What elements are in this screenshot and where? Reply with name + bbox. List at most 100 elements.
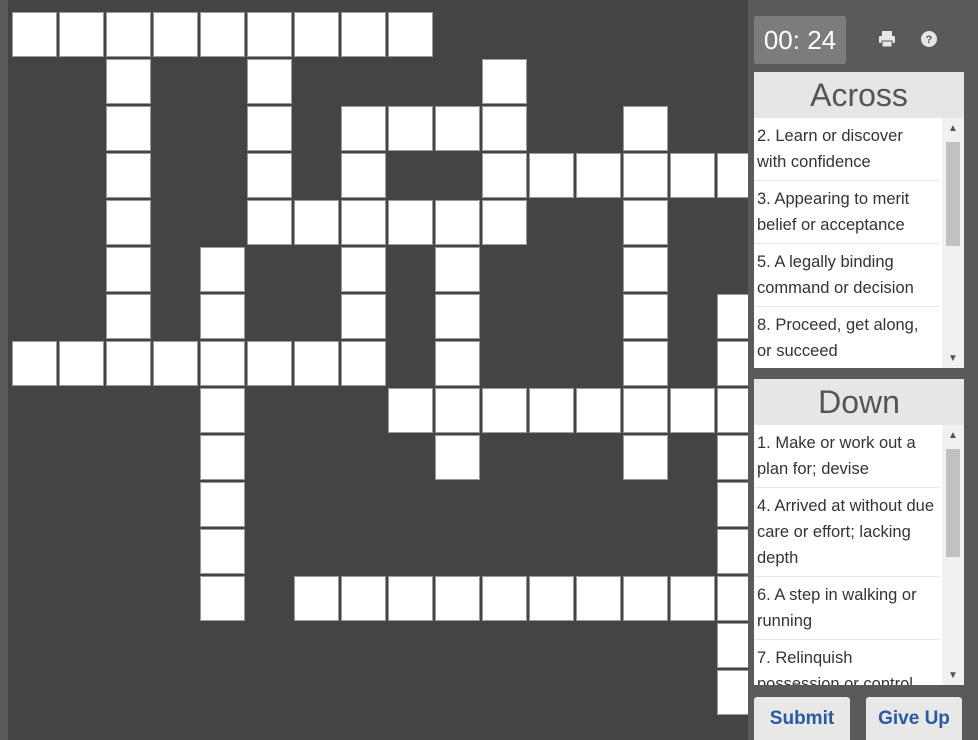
grid-cell[interactable] bbox=[106, 12, 151, 57]
grid-cell[interactable] bbox=[388, 106, 433, 151]
grid-cell[interactable] bbox=[106, 294, 151, 339]
grid-cell[interactable] bbox=[576, 388, 621, 433]
grid-cell[interactable] bbox=[106, 59, 151, 104]
grid-cell[interactable] bbox=[341, 247, 386, 292]
grid-cell[interactable] bbox=[435, 435, 480, 480]
down-clue[interactable]: 1. Make or work out a plan for; devise bbox=[754, 425, 940, 488]
down-clue[interactable]: 6. A step in walking or running bbox=[754, 577, 940, 640]
across-clue-scroll[interactable]: 2. Learn or discover with confidence 3. … bbox=[754, 118, 964, 368]
grid-cell[interactable] bbox=[294, 341, 339, 386]
grid-cell[interactable] bbox=[200, 529, 245, 574]
grid-cell[interactable] bbox=[435, 341, 480, 386]
grid-cell[interactable] bbox=[482, 388, 527, 433]
grid-cell[interactable] bbox=[200, 576, 245, 621]
grid-cell[interactable] bbox=[106, 341, 151, 386]
grid-cell[interactable] bbox=[482, 106, 527, 151]
grid-cell[interactable] bbox=[388, 200, 433, 245]
grid-cell[interactable] bbox=[106, 106, 151, 151]
help-icon[interactable]: ? bbox=[918, 28, 940, 50]
grid-cell[interactable] bbox=[482, 153, 527, 198]
grid-cell[interactable] bbox=[341, 12, 386, 57]
across-clue[interactable]: 8. Proceed, get along, or succeed bbox=[754, 307, 940, 368]
grid-cell[interactable] bbox=[670, 153, 715, 198]
grid-cell[interactable] bbox=[106, 247, 151, 292]
grid-cell[interactable] bbox=[482, 576, 527, 621]
grid-cell[interactable] bbox=[435, 247, 480, 292]
across-clue[interactable]: 3. Appearing to merit belief or acceptan… bbox=[754, 181, 940, 244]
grid-cell[interactable] bbox=[341, 153, 386, 198]
grid-cell[interactable] bbox=[670, 388, 715, 433]
grid-cell[interactable] bbox=[435, 200, 480, 245]
give-up-button[interactable]: Give Up bbox=[866, 697, 962, 740]
grid-cell[interactable] bbox=[482, 200, 527, 245]
grid-cell[interactable] bbox=[106, 153, 151, 198]
grid-cell[interactable] bbox=[576, 576, 621, 621]
grid-cell[interactable] bbox=[717, 153, 748, 198]
grid-cell[interactable] bbox=[106, 200, 151, 245]
grid-cell[interactable] bbox=[435, 294, 480, 339]
grid-cell[interactable] bbox=[153, 12, 198, 57]
across-clue[interactable]: 5. A legally binding command or decision bbox=[754, 244, 940, 307]
grid-cell[interactable] bbox=[717, 623, 748, 668]
grid-cell[interactable] bbox=[12, 341, 57, 386]
grid-cell[interactable] bbox=[482, 59, 527, 104]
grid-cell[interactable] bbox=[200, 294, 245, 339]
submit-button[interactable]: Submit bbox=[754, 697, 850, 740]
grid-cell[interactable] bbox=[12, 12, 57, 57]
grid-cell[interactable] bbox=[388, 576, 433, 621]
grid-cell[interactable] bbox=[623, 153, 668, 198]
grid-cell[interactable] bbox=[717, 482, 748, 527]
grid-cell[interactable] bbox=[576, 153, 621, 198]
grid-cell[interactable] bbox=[200, 435, 245, 480]
grid-cell[interactable] bbox=[717, 388, 748, 433]
grid-cell[interactable] bbox=[247, 12, 292, 57]
grid-cell[interactable] bbox=[247, 106, 292, 151]
across-scrollbar[interactable]: ▲ ▼ bbox=[942, 118, 964, 368]
grid-cell[interactable] bbox=[529, 153, 574, 198]
grid-cell[interactable] bbox=[623, 106, 668, 151]
scroll-thumb[interactable] bbox=[946, 142, 960, 246]
grid-cell[interactable] bbox=[200, 341, 245, 386]
grid-cell[interactable] bbox=[341, 200, 386, 245]
grid-cell[interactable] bbox=[200, 247, 245, 292]
grid-cell[interactable] bbox=[623, 247, 668, 292]
grid-cell[interactable] bbox=[247, 153, 292, 198]
grid-cell[interactable] bbox=[59, 341, 104, 386]
print-icon[interactable] bbox=[876, 28, 898, 50]
grid-cell[interactable] bbox=[200, 12, 245, 57]
grid-cell[interactable] bbox=[435, 106, 480, 151]
down-clue[interactable]: 4. Arrived at without due care or effort… bbox=[754, 488, 940, 577]
grid-cell[interactable] bbox=[294, 576, 339, 621]
scroll-up-icon[interactable]: ▲ bbox=[942, 122, 964, 136]
grid-cell[interactable] bbox=[59, 12, 104, 57]
grid-cell[interactable] bbox=[623, 341, 668, 386]
grid-cell[interactable] bbox=[341, 294, 386, 339]
across-clue[interactable]: 2. Learn or discover with confidence bbox=[754, 118, 940, 181]
grid-cell[interactable] bbox=[294, 12, 339, 57]
grid-cell[interactable] bbox=[623, 388, 668, 433]
grid-cell[interactable] bbox=[388, 12, 433, 57]
grid-cell[interactable] bbox=[529, 576, 574, 621]
scroll-down-icon[interactable]: ▼ bbox=[942, 669, 964, 683]
grid-cell[interactable] bbox=[623, 576, 668, 621]
grid-cell[interactable] bbox=[717, 294, 748, 339]
grid-cell[interactable] bbox=[435, 576, 480, 621]
down-scrollbar[interactable]: ▲ ▼ bbox=[942, 425, 964, 685]
grid-cell[interactable] bbox=[717, 435, 748, 480]
grid-cell[interactable] bbox=[247, 341, 292, 386]
grid-cell[interactable] bbox=[717, 529, 748, 574]
grid-cell[interactable] bbox=[623, 200, 668, 245]
grid-cell[interactable] bbox=[529, 388, 574, 433]
grid-cell[interactable] bbox=[153, 341, 198, 386]
grid-cell[interactable] bbox=[200, 482, 245, 527]
grid-cell[interactable] bbox=[623, 294, 668, 339]
scroll-thumb[interactable] bbox=[946, 449, 960, 557]
down-clue[interactable]: 7. Relinquish possession or control bbox=[754, 640, 940, 685]
down-clue-scroll[interactable]: 1. Make or work out a plan for; devise 4… bbox=[754, 425, 964, 685]
grid-cell[interactable] bbox=[247, 59, 292, 104]
grid-cell[interactable] bbox=[623, 435, 668, 480]
grid-cell[interactable] bbox=[435, 388, 480, 433]
grid-cell[interactable] bbox=[200, 388, 245, 433]
scroll-up-icon[interactable]: ▲ bbox=[942, 429, 964, 443]
grid-cell[interactable] bbox=[341, 576, 386, 621]
